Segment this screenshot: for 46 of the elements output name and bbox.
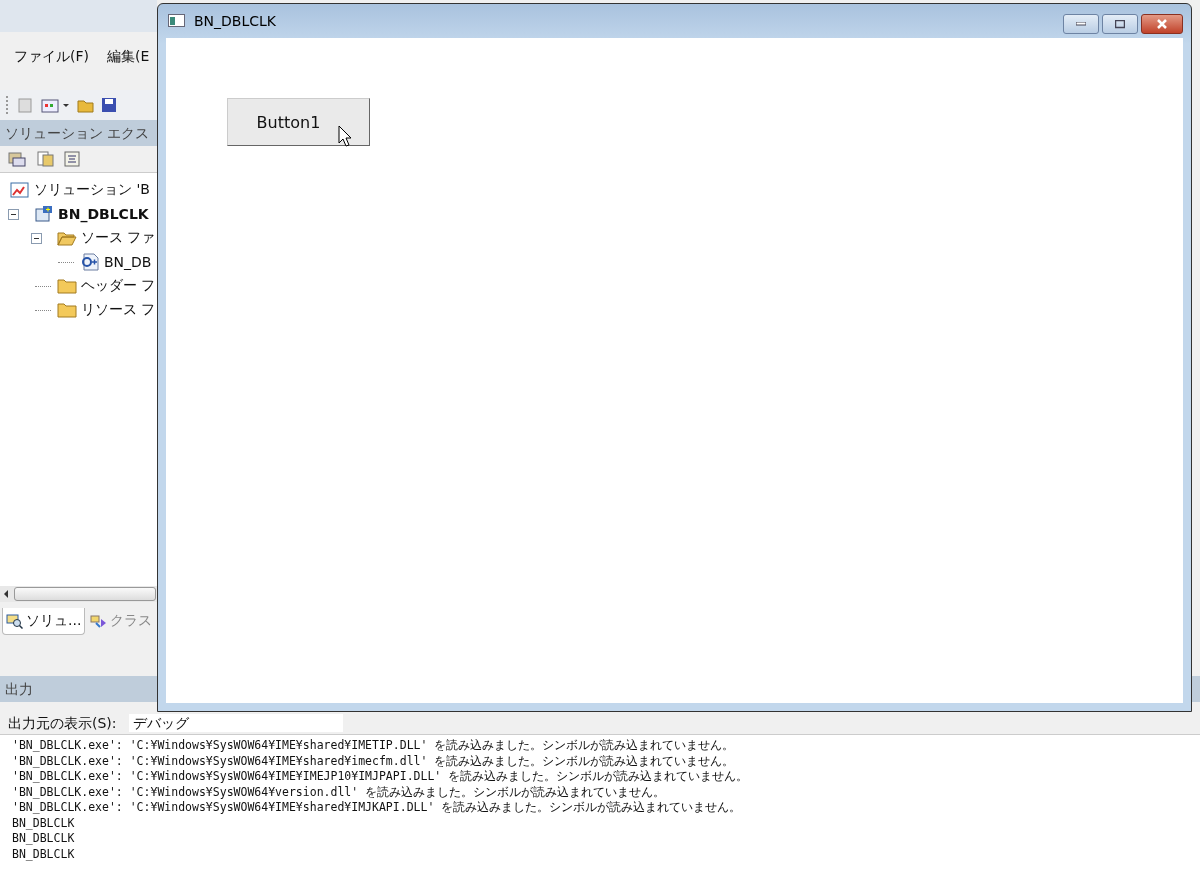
tree-item[interactable]: ヘッダー フ [0,274,157,298]
source-label: 出力元の表示(S): [8,714,117,732]
output-line: 'BN_DBLCLK.exe': 'C:¥Windows¥SysWOW64¥IME¥IMEJP10¥IMJPAPI.DLL' を読み込みました。シンボルが読み込まれていません。 [12,769,750,785]
output-line: BN_DBLCLK [12,846,76,862]
output-line: 'BN_DBLCLK.exe': 'C:¥Windows¥SysWOW64¥IME¥shared¥imecfm.dll' を読み込みました。シンボルが読み込まれていません。 [12,753,736,769]
source-dropdown[interactable]: デバッグ [128,714,343,732]
panel-tab[interactable]: ソリュ... [2,608,86,635]
tree-item[interactable]: BN_DB [0,250,157,274]
collapse-icon[interactable] [31,232,42,244]
minimize-icon [1076,22,1086,26]
maximize-button[interactable] [1102,14,1138,34]
search-icon [6,613,24,629]
output-line: 'BN_DBLCLK.exe': 'C:¥Windows¥SysWOW64¥version.dll' を読み込みました。シンボルが読み込まれていません。 [12,784,667,800]
menu-item[interactable]: ファイル(F) [14,48,89,66]
push-button[interactable]: Button1 [227,98,370,146]
scroll-left-icon[interactable] [4,590,8,598]
tree-item[interactable]: リソース フ [0,298,157,322]
output-line: 'BN_DBLCLK.exe': 'C:¥Windows¥SysWOW64¥IME¥shared¥IMJKAPI.DLL' を読み込みました。シンボルが読み込まれていません。 [12,800,743,816]
output-line: 'BN_DBLCLK.exe': 'C:¥Windows¥SysWOW64¥IME¥shared¥IMETIP.DLL' を読み込みました。シンボルが読み込まれていません。 [12,738,736,754]
save-icon[interactable] [101,97,117,113]
maximize-icon [1115,19,1125,29]
open-folder-icon [57,230,77,246]
tree-item[interactable]: ソース ファ [0,226,157,250]
app-icon [168,14,186,28]
close-icon [1156,19,1168,29]
open-folder-icon[interactable] [77,97,95,113]
collapse-icon[interactable] [8,208,19,220]
scrollbar-thumb[interactable] [14,587,156,601]
add-item-icon[interactable] [41,97,71,113]
cpp-file-icon [80,253,100,271]
panel-title: ソリューション エクス [0,120,157,146]
output-line: BN_DBLCLK [12,831,76,847]
close-button[interactable] [1141,14,1183,34]
properties-icon[interactable] [7,150,27,168]
folder-icon [57,278,77,294]
cursor-icon [338,125,352,147]
project-icon [34,205,54,223]
output-line: BN_DBLCLK [12,815,76,831]
folder-icon [57,302,77,318]
window-title: BN_DBLCLK [194,13,277,29]
tree-item[interactable]: BN_DBLCLK [0,202,157,226]
tree-item[interactable]: ソリューション 'B [0,178,157,202]
solution-icon [10,181,30,199]
class-diagram-icon[interactable] [63,150,81,168]
show-all-files-icon[interactable] [35,150,55,168]
menu-item[interactable]: 編集(E [107,48,150,66]
